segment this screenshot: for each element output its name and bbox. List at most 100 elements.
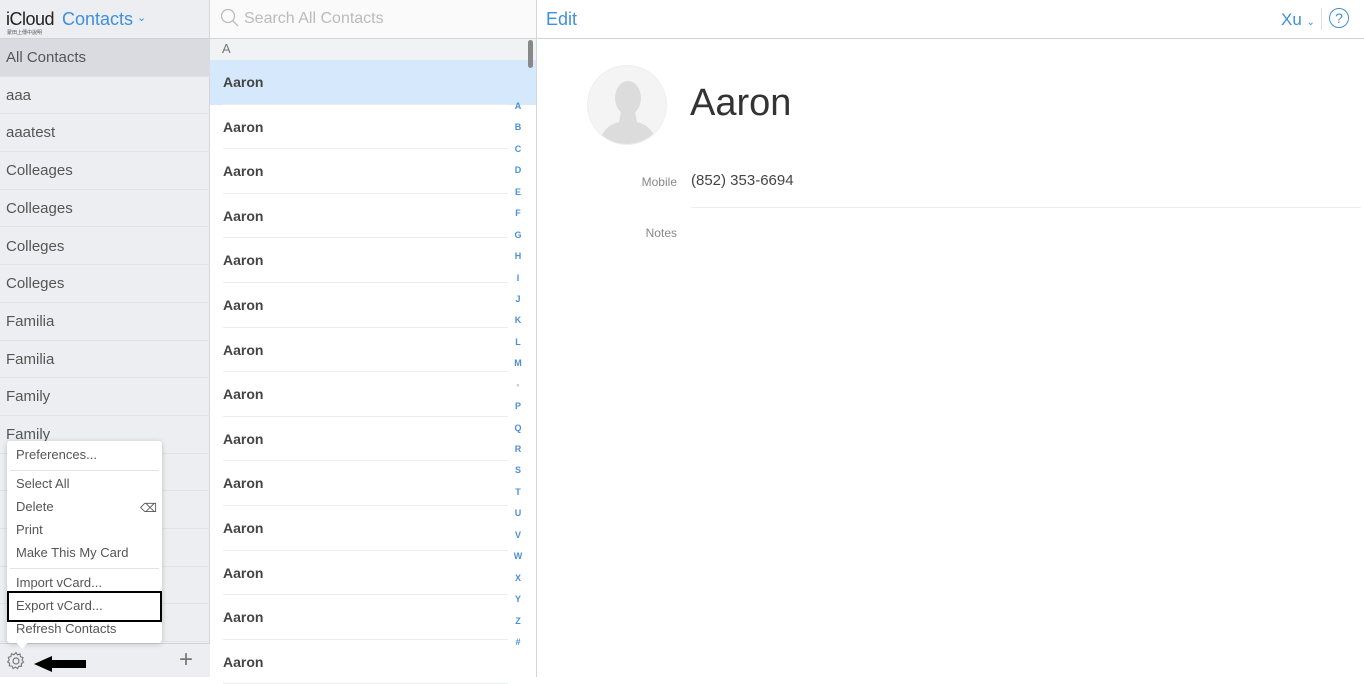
contact-row[interactable]: Aaron: [210, 417, 536, 462]
index-letter[interactable]: A: [510, 101, 526, 111]
help-button[interactable]: ?: [1329, 8, 1349, 28]
index-letter[interactable]: Q: [510, 423, 526, 433]
contact-name: Aaron: [223, 609, 264, 626]
contact-name: Aaron: [690, 82, 792, 124]
sidebar-group[interactable]: Colleages: [0, 190, 210, 228]
sidebar-group[interactable]: Colleges: [0, 265, 210, 303]
user-menu[interactable]: Xu ⌄: [1281, 10, 1315, 30]
contact-row[interactable]: Aaron: [210, 105, 536, 150]
chevron-down-icon[interactable]: ⌄: [137, 11, 146, 24]
index-letter[interactable]: C: [510, 144, 526, 154]
index-letter[interactable]: I: [510, 273, 526, 283]
contact-row[interactable]: Aaron: [210, 640, 536, 684]
index-letter[interactable]: Y: [510, 594, 526, 604]
contact-name: Aaron: [223, 341, 264, 358]
menu-item-import-vcard[interactable]: Import vCard...: [16, 573, 102, 593]
menu-item-refresh[interactable]: Refresh Contacts: [16, 619, 116, 639]
sidebar-group[interactable]: aaatest: [0, 114, 210, 153]
index-letter[interactable]: H: [510, 251, 526, 261]
brand-subtitle: 蒙田上傳中說明: [7, 30, 43, 36]
index-letter[interactable]: B: [510, 122, 526, 132]
contact-name: Aaron: [223, 520, 264, 536]
search-bar: [210, 0, 536, 39]
contact-name: Aaron: [223, 297, 264, 313]
sidebar-group[interactable]: Familia: [0, 303, 210, 341]
index-letter[interactable]: U: [510, 508, 526, 518]
sidebar-group[interactable]: aaa: [0, 77, 210, 115]
contact-row[interactable]: Aaron: [210, 461, 536, 506]
gear-icon[interactable]: [6, 651, 26, 671]
contact-row[interactable]: Aaron: [210, 60, 536, 105]
contact-row[interactable]: Aaron: [210, 328, 536, 373]
person-silhouette-icon: [598, 81, 658, 144]
index-letter[interactable]: X: [510, 573, 526, 583]
menu-divider: [10, 470, 159, 471]
mobile-label: Mobile: [641, 175, 677, 189]
index-letter[interactable]: G: [510, 230, 526, 240]
chevron-down-icon: ⌄: [1306, 17, 1315, 28]
index-letter[interactable]: K: [510, 315, 526, 325]
contact-name: Aaron: [223, 252, 264, 269]
user-name: Xu: [1281, 10, 1302, 29]
contact-name: Aaron: [223, 564, 264, 581]
contact-name: Aaron: [223, 207, 264, 224]
index-letter[interactable]: F: [510, 208, 526, 218]
sidebar-group[interactable]: Colleges: [0, 228, 210, 266]
contact-name: Aaron: [223, 386, 264, 403]
scrollbar[interactable]: [528, 40, 533, 68]
contact-row[interactable]: Aaron: [210, 506, 536, 551]
contact-name: Aaron: [223, 163, 264, 180]
contact-row[interactable]: Aaron: [210, 372, 536, 417]
detail-header: Edit Xu ⌄ ?: [537, 0, 1364, 39]
contact-name: Aaron: [223, 653, 264, 670]
app-brand: iCloud Contacts ⌄ 蒙田上傳中說明: [0, 0, 210, 39]
sidebar-group[interactable]: Colleages: [0, 152, 210, 190]
menu-item-print[interactable]: Print: [16, 520, 43, 540]
index-letter[interactable]: L: [510, 337, 526, 347]
divider: [691, 207, 1361, 208]
contact-row[interactable]: Aaron: [210, 194, 536, 239]
index-letter[interactable]: •: [510, 380, 526, 390]
notes-label: Notes: [645, 226, 677, 240]
menu-item-make-my-card[interactable]: Make This My Card: [16, 543, 128, 563]
edit-button[interactable]: Edit: [546, 9, 577, 30]
index-letter[interactable]: P: [510, 401, 526, 411]
index-letter[interactable]: R: [510, 444, 526, 454]
mobile-number[interactable]: (852) 353-6694: [691, 172, 794, 189]
plus-icon[interactable]: +: [179, 648, 193, 672]
search-icon: [220, 8, 239, 27]
menu-item-delete[interactable]: Delete: [16, 497, 54, 517]
icloud-logo: iCloud: [6, 9, 55, 29]
index-letter[interactable]: D: [510, 165, 526, 175]
sidebar-group[interactable]: Family: [0, 378, 210, 416]
index-letter[interactable]: Z: [510, 616, 526, 626]
contact-name: Aaron: [223, 118, 264, 135]
divider: [1321, 8, 1322, 30]
index-letter[interactable]: W: [510, 551, 526, 561]
search-input[interactable]: [244, 6, 524, 32]
menu-item-preferences[interactable]: Preferences...: [16, 445, 97, 465]
contact-row[interactable]: Aaron: [210, 595, 536, 640]
contact-name: Aaron: [223, 475, 264, 492]
index-letter[interactable]: #: [510, 637, 526, 647]
menu-divider: [10, 568, 159, 569]
avatar: [587, 65, 667, 145]
index-letter[interactable]: T: [510, 487, 526, 497]
menu-item-select-all[interactable]: Select All: [16, 474, 69, 494]
index-letter[interactable]: V: [510, 530, 526, 540]
sidebar-group[interactable]: Familia: [0, 341, 210, 379]
index-letter[interactable]: J: [510, 294, 526, 304]
index-letter[interactable]: E: [510, 187, 526, 197]
arrow-left-icon: [34, 656, 86, 672]
contact-name: Aaron: [223, 430, 264, 447]
contact-row[interactable]: Aaron: [210, 149, 536, 194]
contact-row[interactable]: Aaron: [210, 238, 536, 283]
app-switcher[interactable]: Contacts: [62, 9, 133, 30]
index-letter[interactable]: S: [510, 465, 526, 475]
contact-row[interactable]: Aaron: [210, 551, 536, 596]
contact-row[interactable]: Aaron: [210, 283, 536, 328]
contact-detail: Edit Xu ⌄ ? Aaron Mobile (852) 353-6694 …: [537, 0, 1364, 677]
index-letter[interactable]: M: [510, 358, 526, 368]
contact-name: Aaron: [223, 74, 264, 90]
sidebar-group[interactable]: All Contacts: [0, 39, 210, 77]
